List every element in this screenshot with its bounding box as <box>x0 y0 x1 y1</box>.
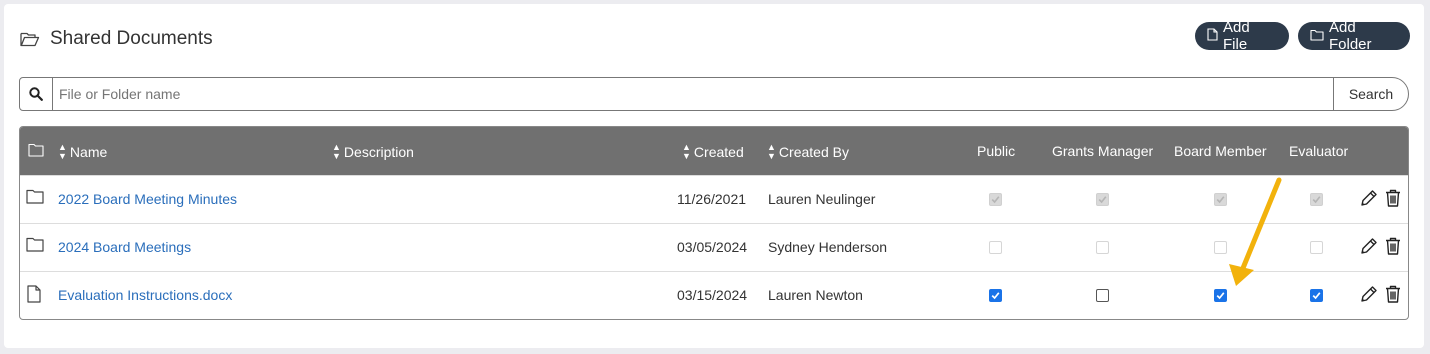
search-input[interactable] <box>53 78 1333 110</box>
search-bar: Search <box>19 77 1409 111</box>
created-date: 03/15/2024 <box>677 287 748 303</box>
trash-icon[interactable] <box>1384 188 1402 211</box>
sort-icon: ▲ ▼ <box>58 142 67 161</box>
column-header-description[interactable]: ▲ ▼ Description <box>332 143 414 161</box>
file-name-link[interactable]: 2024 Board Meetings <box>58 239 191 255</box>
public-checkbox[interactable] <box>989 193 1002 206</box>
table-row: 2022 Board Meeting Minutes 11/26/2021 La… <box>20 175 1408 223</box>
table-row: 2024 Board Meetings 03/05/2024 Sydney He… <box>20 223 1408 271</box>
grants-manager-checkbox[interactable] <box>1096 241 1109 254</box>
folder-icon <box>1310 28 1324 45</box>
public-checkbox[interactable] <box>989 241 1002 254</box>
folder-icon <box>26 189 44 207</box>
page-title: Shared Documents <box>20 28 213 50</box>
grants-manager-checkbox[interactable] <box>1096 193 1109 206</box>
file-name-link[interactable]: 2022 Board Meeting Minutes <box>58 191 237 207</box>
created-by: Lauren Newton <box>768 287 863 303</box>
add-folder-label: Add Folder <box>1329 19 1372 53</box>
trash-icon[interactable] <box>1384 236 1402 259</box>
file-icon <box>1207 27 1218 45</box>
search-button[interactable]: Search <box>1333 78 1408 110</box>
created-date: 03/05/2024 <box>677 239 748 255</box>
add-folder-button[interactable]: Add Folder <box>1298 19 1410 53</box>
column-header-name[interactable]: ▲ ▼ Name <box>58 143 107 161</box>
table-row: Evaluation Instructions.docx 03/15/2024 … <box>20 271 1408 319</box>
column-header-evaluator: Evaluator <box>1289 143 1349 159</box>
pencil-icon[interactable] <box>1359 236 1379 259</box>
trash-icon[interactable] <box>1384 284 1402 307</box>
evaluator-checkbox[interactable] <box>1310 193 1323 206</box>
add-file-button[interactable]: Add File <box>1195 19 1289 53</box>
column-header-grants-manager: Grants Manager <box>1052 143 1154 159</box>
sort-icon: ▲ ▼ <box>767 142 776 161</box>
file-name-link[interactable]: Evaluation Instructions.docx <box>58 287 232 303</box>
created-date: 11/26/2021 <box>677 191 747 207</box>
evaluator-checkbox[interactable] <box>1310 289 1323 302</box>
public-checkbox[interactable] <box>989 289 1002 302</box>
folder-icon <box>28 143 44 157</box>
file-icon <box>26 285 42 306</box>
documents-table: ▲ ▼ Name ▲ ▼ Description ▲ ▼ Created ▲ ▼ Created… <box>19 126 1409 320</box>
column-header-board-member: Board Member <box>1174 143 1267 159</box>
column-header-created[interactable]: ▲ ▼ Created <box>682 143 744 161</box>
annotation-arrow <box>1229 177 1282 286</box>
evaluator-checkbox[interactable] <box>1310 241 1323 254</box>
table-header: ▲ ▼ Name ▲ ▼ Description ▲ ▼ Created ▲ ▼ Created… <box>20 127 1408 175</box>
folder-icon <box>26 237 44 255</box>
pencil-icon[interactable] <box>1359 284 1379 307</box>
pencil-icon[interactable] <box>1359 188 1379 211</box>
folder-open-icon <box>20 31 40 47</box>
column-header-public: Public <box>977 143 1016 159</box>
created-by: Lauren Neulinger <box>768 191 876 207</box>
grants-manager-checkbox[interactable] <box>1096 289 1109 302</box>
column-header-created-by[interactable]: ▲ ▼ Created By <box>767 143 849 161</box>
search-icon <box>20 78 53 110</box>
page-title-text: Shared Documents <box>50 28 213 49</box>
created-by: Sydney Henderson <box>768 239 888 255</box>
sort-icon: ▲ ▼ <box>332 142 341 161</box>
add-file-label: Add File <box>1223 19 1250 53</box>
shared-documents-card: Shared Documents Add File Add Folder Sea… <box>4 4 1424 348</box>
sort-icon: ▲ ▼ <box>682 142 691 161</box>
